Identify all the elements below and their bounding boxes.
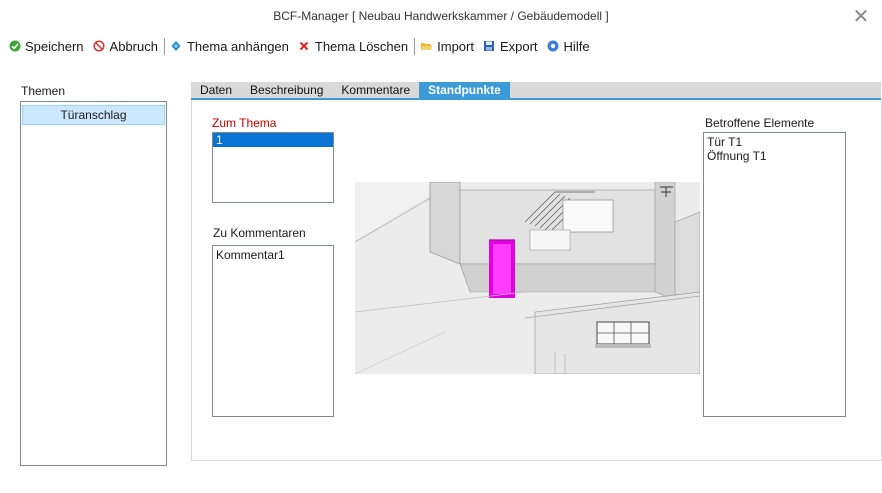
floppy-disk-icon	[483, 40, 496, 53]
delete-topic-button[interactable]: Thema Löschen	[298, 39, 408, 54]
toolbar-separator	[414, 37, 416, 55]
import-label: Import	[437, 38, 474, 54]
tab-kommentare[interactable]: Kommentare	[332, 82, 419, 98]
tab-bar: Daten Beschreibung Kommentare Standpunkt…	[191, 82, 881, 100]
close-icon[interactable]: ✕	[850, 6, 872, 28]
help-button[interactable]: Hilfe	[547, 39, 590, 54]
save-button[interactable]: Speichern	[8, 39, 84, 54]
cancel-icon	[93, 40, 106, 53]
delete-topic-label: Thema Löschen	[314, 38, 409, 54]
list-item[interactable]: Tür T1	[704, 135, 845, 149]
help-icon	[547, 40, 560, 53]
affected-elements-label: Betroffene Elemente	[705, 116, 815, 130]
export-button[interactable]: Export	[483, 39, 538, 54]
list-item[interactable]: Kommentar1	[213, 248, 333, 262]
delete-icon	[298, 40, 311, 53]
toolbar-separator	[163, 37, 165, 55]
topic-viewpoints-label: Zum Thema	[212, 116, 277, 130]
comment-viewpoints-list[interactable]: Kommentar1	[212, 245, 334, 417]
checkmark-icon	[8, 40, 21, 53]
toolbar: Speichern Abbruch Thema anhängen Thema L…	[8, 36, 599, 56]
topics-list[interactable]: Türanschlag	[20, 101, 167, 466]
affected-elements-list[interactable]: Tür T1 Öffnung T1	[703, 132, 846, 417]
building-model-render	[355, 182, 700, 374]
folder-icon	[420, 40, 433, 53]
tab-beschreibung[interactable]: Beschreibung	[241, 82, 332, 98]
topics-label: Themen	[21, 84, 66, 98]
export-label: Export	[499, 38, 538, 54]
attach-topic-icon	[170, 40, 183, 53]
tab-daten[interactable]: Daten	[191, 82, 241, 98]
list-item[interactable]: Öffnung T1	[704, 149, 845, 163]
list-item[interactable]: 1	[213, 133, 333, 147]
attach-topic-label: Thema anhängen	[186, 38, 289, 54]
topic-viewpoints-list[interactable]: 1	[212, 132, 334, 203]
comment-viewpoints-label: Zu Kommentaren	[213, 226, 306, 240]
tab-standpunkte[interactable]: Standpunkte	[419, 82, 510, 98]
title-bar: BCF-Manager [ Neubau Handwerkskammer / G…	[0, 0, 882, 34]
save-label: Speichern	[25, 38, 84, 54]
viewpoint-snapshot	[355, 182, 700, 374]
import-button[interactable]: Import	[420, 39, 474, 54]
topic-item[interactable]: Türanschlag	[22, 105, 165, 125]
cancel-label: Abbruch	[109, 38, 158, 54]
cancel-button[interactable]: Abbruch	[93, 39, 158, 54]
help-label: Hilfe	[563, 38, 590, 54]
attach-topic-button[interactable]: Thema anhängen	[170, 39, 289, 54]
window-title: BCF-Manager [ Neubau Handwerkskammer / G…	[273, 9, 609, 23]
